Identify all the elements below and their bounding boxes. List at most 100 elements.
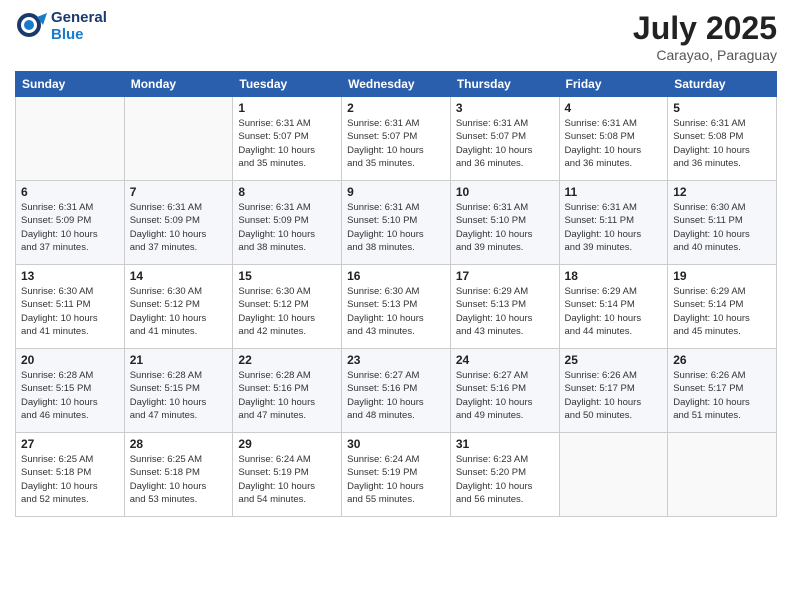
day-info: Sunrise: 6:28 AM Sunset: 5:16 PM Dayligh… — [238, 369, 336, 422]
calendar-cell: 18Sunrise: 6:29 AM Sunset: 5:14 PM Dayli… — [559, 265, 668, 349]
day-info: Sunrise: 6:26 AM Sunset: 5:17 PM Dayligh… — [673, 369, 771, 422]
day-number: 23 — [347, 353, 445, 367]
day-number: 7 — [130, 185, 228, 199]
day-number: 26 — [673, 353, 771, 367]
day-info: Sunrise: 6:31 AM Sunset: 5:09 PM Dayligh… — [130, 201, 228, 254]
day-info: Sunrise: 6:23 AM Sunset: 5:20 PM Dayligh… — [456, 453, 554, 506]
day-info: Sunrise: 6:31 AM Sunset: 5:07 PM Dayligh… — [347, 117, 445, 170]
location-subtitle: Carayao, Paraguay — [633, 47, 777, 63]
day-info: Sunrise: 6:31 AM Sunset: 5:07 PM Dayligh… — [456, 117, 554, 170]
calendar-cell: 16 Sunrise: 6:30 AM Sunset: 5:13 PM Dayli… — [342, 265, 451, 349]
day-number: 21 — [130, 353, 228, 367]
day-info: Sunrise: 6:29 AM Sunset: 5:14 PM Dayligh… — [673, 285, 771, 338]
day-info: Sunrise: 6:31 AM Sunset: 5:07 PM Dayligh… — [238, 117, 336, 170]
day-header-tuesday: Tuesday — [233, 72, 342, 97]
calendar-cell: 22 Sunrise: 6:28 AM Sunset: 5:16 PM Dayli… — [233, 349, 342, 433]
day-info: Sunrise: 6:30 AM Sunset: 5:13 PM Dayligh… — [347, 285, 445, 338]
day-header-monday: Monday — [124, 72, 233, 97]
logo-text-blue: Blue — [51, 27, 107, 44]
calendar-cell: 8 Sunrise: 6:31 AM Sunset: 5:09 PM Daylig… — [233, 181, 342, 265]
day-number: 29 — [238, 437, 336, 451]
calendar-cell: 28 Sunrise: 6:25 AM Sunset: 5:18 PM Dayli… — [124, 433, 233, 517]
calendar-cell: 30Sunrise: 6:24 AM Sunset: 5:19 PM Dayli… — [342, 433, 451, 517]
day-number: 4 — [565, 101, 663, 115]
logo: General Blue — [15, 10, 107, 43]
day-number: 11 — [565, 185, 663, 199]
day-number: 31 — [456, 437, 554, 451]
day-info: Sunrise: 6:31 AM Sunset: 5:11 PM Dayligh… — [565, 201, 663, 254]
day-number: 30 — [347, 437, 445, 451]
day-number: 28 — [130, 437, 228, 451]
calendar-cell — [16, 97, 125, 181]
day-number: 13 — [21, 269, 119, 283]
day-info: Sunrise: 6:25 AM Sunset: 5:18 PM Dayligh… — [21, 453, 119, 506]
day-number: 17 — [456, 269, 554, 283]
calendar-cell: 12Sunrise: 6:30 AM Sunset: 5:11 PM Dayli… — [668, 181, 777, 265]
day-number: 22 — [238, 353, 336, 367]
calendar-cell: 2Sunrise: 6:31 AM Sunset: 5:07 PM Daylig… — [342, 97, 451, 181]
calendar-cell: 31 Sunrise: 6:23 AM Sunset: 5:20 PM Dayli… — [450, 433, 559, 517]
day-info: Sunrise: 6:30 AM Sunset: 5:11 PM Dayligh… — [21, 285, 119, 338]
day-number: 27 — [21, 437, 119, 451]
calendar-cell: 29 Sunrise: 6:24 AM Sunset: 5:19 PM Dayli… — [233, 433, 342, 517]
day-header-sunday: Sunday — [16, 72, 125, 97]
calendar-cell: 14Sunrise: 6:30 AM Sunset: 5:12 PM Dayli… — [124, 265, 233, 349]
logo-text-general: General — [51, 10, 107, 27]
calendar-cell: 3 Sunrise: 6:31 AM Sunset: 5:07 PM Daylig… — [450, 97, 559, 181]
day-number: 3 — [456, 101, 554, 115]
calendar-cell: 7 Sunrise: 6:31 AM Sunset: 5:09 PM Daylig… — [124, 181, 233, 265]
calendar-cell: 11 Sunrise: 6:31 AM Sunset: 5:11 PM Dayli… — [559, 181, 668, 265]
day-info: Sunrise: 6:28 AM Sunset: 5:15 PM Dayligh… — [21, 369, 119, 422]
calendar-cell — [668, 433, 777, 517]
day-number: 15 — [238, 269, 336, 283]
day-number: 20 — [21, 353, 119, 367]
calendar-cell — [559, 433, 668, 517]
day-info: Sunrise: 6:31 AM Sunset: 5:09 PM Dayligh… — [238, 201, 336, 254]
page: General Blue July 2025 Carayao, Paraguay… — [0, 0, 792, 612]
day-number: 19 — [673, 269, 771, 283]
calendar-header-row: SundayMondayTuesdayWednesdayThursdayFrid… — [16, 72, 777, 97]
calendar-cell: 24 Sunrise: 6:27 AM Sunset: 5:16 PM Dayli… — [450, 349, 559, 433]
day-number: 9 — [347, 185, 445, 199]
week-row-3: 13 Sunrise: 6:30 AM Sunset: 5:11 PM Dayli… — [16, 265, 777, 349]
day-header-wednesday: Wednesday — [342, 72, 451, 97]
day-number: 16 — [347, 269, 445, 283]
day-info: Sunrise: 6:27 AM Sunset: 5:16 PM Dayligh… — [456, 369, 554, 422]
day-info: Sunrise: 6:26 AM Sunset: 5:17 PM Dayligh… — [565, 369, 663, 422]
calendar-cell: 19 Sunrise: 6:29 AM Sunset: 5:14 PM Dayli… — [668, 265, 777, 349]
calendar-cell: 13 Sunrise: 6:30 AM Sunset: 5:11 PM Dayli… — [16, 265, 125, 349]
calendar-cell — [124, 97, 233, 181]
calendar-cell: 20 Sunrise: 6:28 AM Sunset: 5:15 PM Dayli… — [16, 349, 125, 433]
day-info: Sunrise: 6:30 AM Sunset: 5:12 PM Dayligh… — [130, 285, 228, 338]
calendar-cell: 5 Sunrise: 6:31 AM Sunset: 5:08 PM Daylig… — [668, 97, 777, 181]
calendar-cell: 26 Sunrise: 6:26 AM Sunset: 5:17 PM Dayli… — [668, 349, 777, 433]
week-row-1: 1Sunrise: 6:31 AM Sunset: 5:07 PM Daylig… — [16, 97, 777, 181]
calendar-table: SundayMondayTuesdayWednesdayThursdayFrid… — [15, 71, 777, 517]
calendar-cell: 27 Sunrise: 6:25 AM Sunset: 5:18 PM Dayli… — [16, 433, 125, 517]
day-info: Sunrise: 6:29 AM Sunset: 5:14 PM Dayligh… — [565, 285, 663, 338]
day-info: Sunrise: 6:25 AM Sunset: 5:18 PM Dayligh… — [130, 453, 228, 506]
day-number: 24 — [456, 353, 554, 367]
calendar-cell: 21 Sunrise: 6:28 AM Sunset: 5:15 PM Dayli… — [124, 349, 233, 433]
day-number: 5 — [673, 101, 771, 115]
week-row-4: 20 Sunrise: 6:28 AM Sunset: 5:15 PM Dayli… — [16, 349, 777, 433]
calendar-cell: 25 Sunrise: 6:26 AM Sunset: 5:17 PM Dayli… — [559, 349, 668, 433]
day-number: 6 — [21, 185, 119, 199]
calendar-cell: 6Sunrise: 6:31 AM Sunset: 5:09 PM Daylig… — [16, 181, 125, 265]
calendar-cell: 15Sunrise: 6:30 AM Sunset: 5:12 PM Dayli… — [233, 265, 342, 349]
day-info: Sunrise: 6:29 AM Sunset: 5:13 PM Dayligh… — [456, 285, 554, 338]
day-number: 25 — [565, 353, 663, 367]
day-header-saturday: Saturday — [668, 72, 777, 97]
day-info: Sunrise: 6:31 AM Sunset: 5:08 PM Dayligh… — [565, 117, 663, 170]
calendar-cell: 4 Sunrise: 6:31 AM Sunset: 5:08 PM Daylig… — [559, 97, 668, 181]
day-number: 12 — [673, 185, 771, 199]
day-number: 8 — [238, 185, 336, 199]
day-info: Sunrise: 6:31 AM Sunset: 5:08 PM Dayligh… — [673, 117, 771, 170]
day-header-thursday: Thursday — [450, 72, 559, 97]
day-header-friday: Friday — [559, 72, 668, 97]
day-info: Sunrise: 6:24 AM Sunset: 5:19 PM Dayligh… — [238, 453, 336, 506]
day-info: Sunrise: 6:31 AM Sunset: 5:10 PM Dayligh… — [456, 201, 554, 254]
calendar-cell: 1Sunrise: 6:31 AM Sunset: 5:07 PM Daylig… — [233, 97, 342, 181]
title-block: July 2025 Carayao, Paraguay — [633, 10, 777, 63]
day-info: Sunrise: 6:28 AM Sunset: 5:15 PM Dayligh… — [130, 369, 228, 422]
